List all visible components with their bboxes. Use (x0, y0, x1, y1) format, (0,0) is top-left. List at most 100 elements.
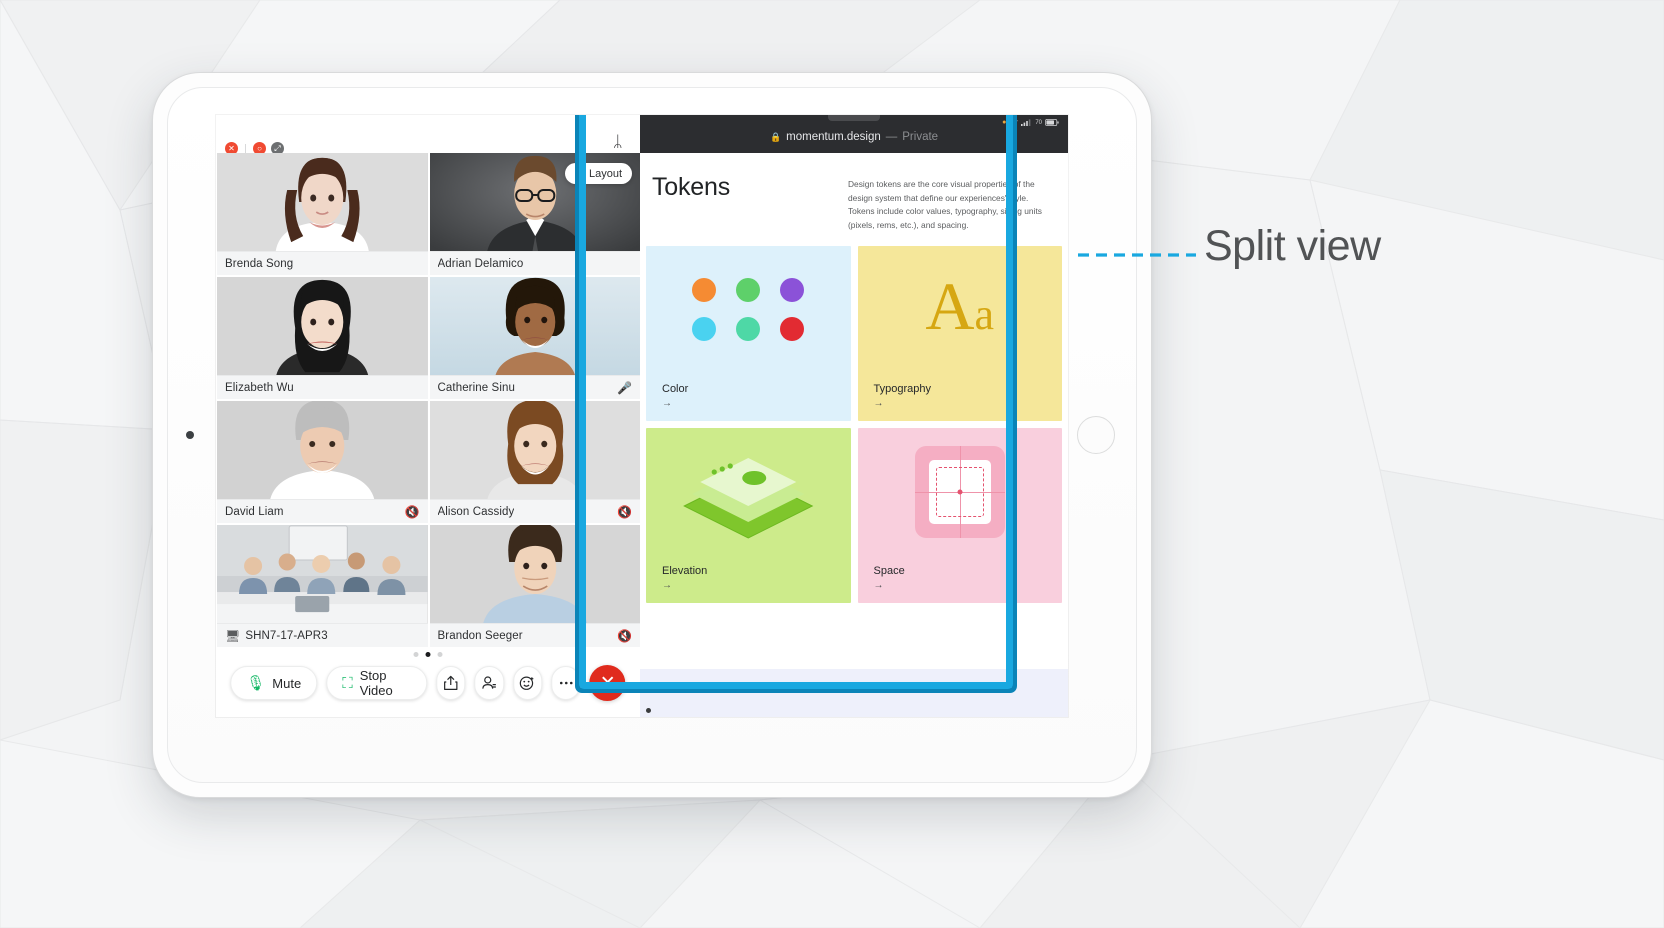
participant-video (217, 277, 428, 375)
participant-tile[interactable]: Elizabeth Wu (217, 277, 428, 399)
microphone-icon: 🎙 (246, 674, 266, 692)
participant-namebar: 🖥 SHN7-17-APR3 (217, 623, 428, 647)
participant-namebar: Adrian Delamico (429, 251, 640, 275)
participant-video (429, 525, 640, 623)
layout-button-label: Layout (588, 167, 622, 180)
space-outer-box (914, 446, 1005, 539)
mute-button[interactable]: 🎙 Mute (230, 666, 318, 700)
token-card-typography[interactable]: Aa Typography → (857, 246, 1063, 422)
layout-button[interactable]: ⊞ Layout (564, 163, 632, 184)
url-text: momentum.design (786, 131, 881, 143)
participant-tile[interactable]: Brandon Seeger 🔇 (429, 525, 640, 647)
page-dot[interactable] (413, 652, 419, 657)
reactions-button[interactable] (513, 666, 543, 700)
page-footer (640, 669, 1068, 717)
participant-namebar: Brenda Song (217, 251, 428, 275)
tablet-screen: ✕ ○ ⤢ Brenda Song ⊞ Layout Adrian Delami… (216, 115, 1068, 717)
wifi-icon (1009, 119, 1018, 126)
swatch (780, 317, 805, 342)
grid-icon: ⊞ (574, 168, 584, 180)
page-indicator[interactable] (413, 652, 443, 657)
participant-tile[interactable]: David Liam 🔇 (217, 401, 428, 523)
participant-tile[interactable]: Alison Cassidy 🔇 (429, 401, 640, 523)
swatch (736, 317, 761, 342)
swatch-group (692, 278, 805, 342)
page-title: Tokens (652, 173, 731, 201)
lowercase-a-glyph: a (974, 290, 995, 340)
token-card-space[interactable]: Space → (857, 428, 1063, 604)
card-label: Space (873, 565, 905, 578)
participant-tile-active-speaker[interactable]: Catherine Sinu 🎤 (429, 277, 640, 399)
stop-video-button[interactable]: ⛶ Stop Video (326, 666, 428, 700)
participant-name: Alison Cassidy (437, 505, 515, 518)
participants-button[interactable] (474, 666, 505, 700)
card-arrow-icon: → (662, 398, 672, 410)
token-card-color[interactable]: Color → (646, 246, 851, 422)
address-bar[interactable]: 🔒 momentum.design — Private (770, 131, 938, 143)
tokens-page: Tokens Design tokens are the core visual… (640, 153, 1068, 717)
status-bar: ● 70 (1002, 119, 1059, 126)
end-call-button[interactable]: ✕ (589, 665, 626, 701)
participant-namebar: Elizabeth Wu (217, 375, 428, 399)
swatch (692, 317, 717, 342)
control-separator (245, 143, 246, 154)
typography-art: Aa (858, 246, 1063, 368)
bluetooth-icon: ᛦ (613, 134, 623, 151)
stop-video-button-label: Stop Video (359, 668, 393, 698)
page-description: Design tokens are the core visual proper… (848, 179, 1042, 230)
callout-dashed-line (1078, 253, 1196, 257)
signal-bars-icon (1021, 119, 1031, 126)
participant-name: Adrian Delamico (437, 257, 524, 270)
participant-namebar: Brandon Seeger 🔇 (429, 623, 640, 647)
ellipsis-icon (559, 681, 573, 685)
letterform-group: Aa (925, 272, 994, 340)
participant-video (429, 277, 640, 375)
muted-microphone-icon: 🔇 (616, 628, 632, 643)
video-conference-pane: ✕ ○ ⤢ Brenda Song ⊞ Layout Adrian Delami… (216, 115, 640, 717)
space-inner-box (914, 446, 1005, 539)
safari-browser: ● 70 🔒 momentum.design — Private Tokens … (640, 115, 1068, 717)
space-center-dot (957, 489, 963, 495)
private-mode-label: Private (902, 131, 939, 143)
participant-tile[interactable]: ⊞ Layout Adrian Delamico (429, 153, 640, 275)
participant-video (217, 525, 428, 623)
more-button[interactable] (551, 666, 581, 700)
participant-tile[interactable]: Brenda Song (217, 153, 428, 275)
participant-namebar: David Liam 🔇 (217, 499, 428, 523)
page-dot[interactable] (437, 652, 443, 657)
participant-video (429, 401, 640, 499)
card-label: Color (662, 383, 689, 396)
card-arrow-icon: → (873, 398, 884, 410)
tab-handle[interactable] (828, 115, 880, 121)
muted-microphone-icon: 🔇 (404, 504, 420, 519)
participant-namebar: Catherine Sinu 🎤 (429, 375, 640, 399)
participant-tile[interactable]: 🖥 SHN7-17-APR3 (217, 525, 428, 647)
smiley-plus-icon (520, 676, 534, 690)
lock-icon: 🔒 (769, 131, 782, 142)
home-button[interactable] (1077, 416, 1115, 454)
battery-percent-label: 70 (1035, 119, 1042, 126)
elevation-art (646, 428, 851, 550)
card-arrow-icon: → (873, 580, 884, 592)
uppercase-a-glyph: A (925, 268, 975, 345)
participant-video (217, 401, 428, 499)
participant-name: Brenda Song (225, 257, 294, 270)
card-label: Elevation (662, 565, 708, 578)
card-arrow-icon: → (662, 580, 672, 592)
page-dot-active[interactable] (425, 652, 431, 657)
front-camera-icon (186, 431, 194, 439)
split-view-resize-handle[interactable] (646, 708, 651, 713)
screen-share-icon: 🖥 (225, 628, 241, 643)
space-art (858, 428, 1063, 550)
muted-microphone-icon: 🔇 (616, 504, 632, 519)
url-separator: — (885, 131, 898, 143)
card-label: Typography (873, 383, 931, 396)
swatch (780, 278, 805, 303)
close-x-icon: ✕ (599, 672, 616, 694)
participant-video (217, 153, 428, 251)
share-button[interactable] (436, 666, 466, 700)
split-view-pane: ● 70 🔒 momentum.design — Private Tokens … (575, 115, 1068, 717)
microphone-icon: 🎤 (616, 380, 632, 395)
token-card-elevation[interactable]: Elevation → (646, 428, 851, 604)
participant-grid: Brenda Song ⊞ Layout Adrian Delamico Eli… (216, 153, 640, 647)
